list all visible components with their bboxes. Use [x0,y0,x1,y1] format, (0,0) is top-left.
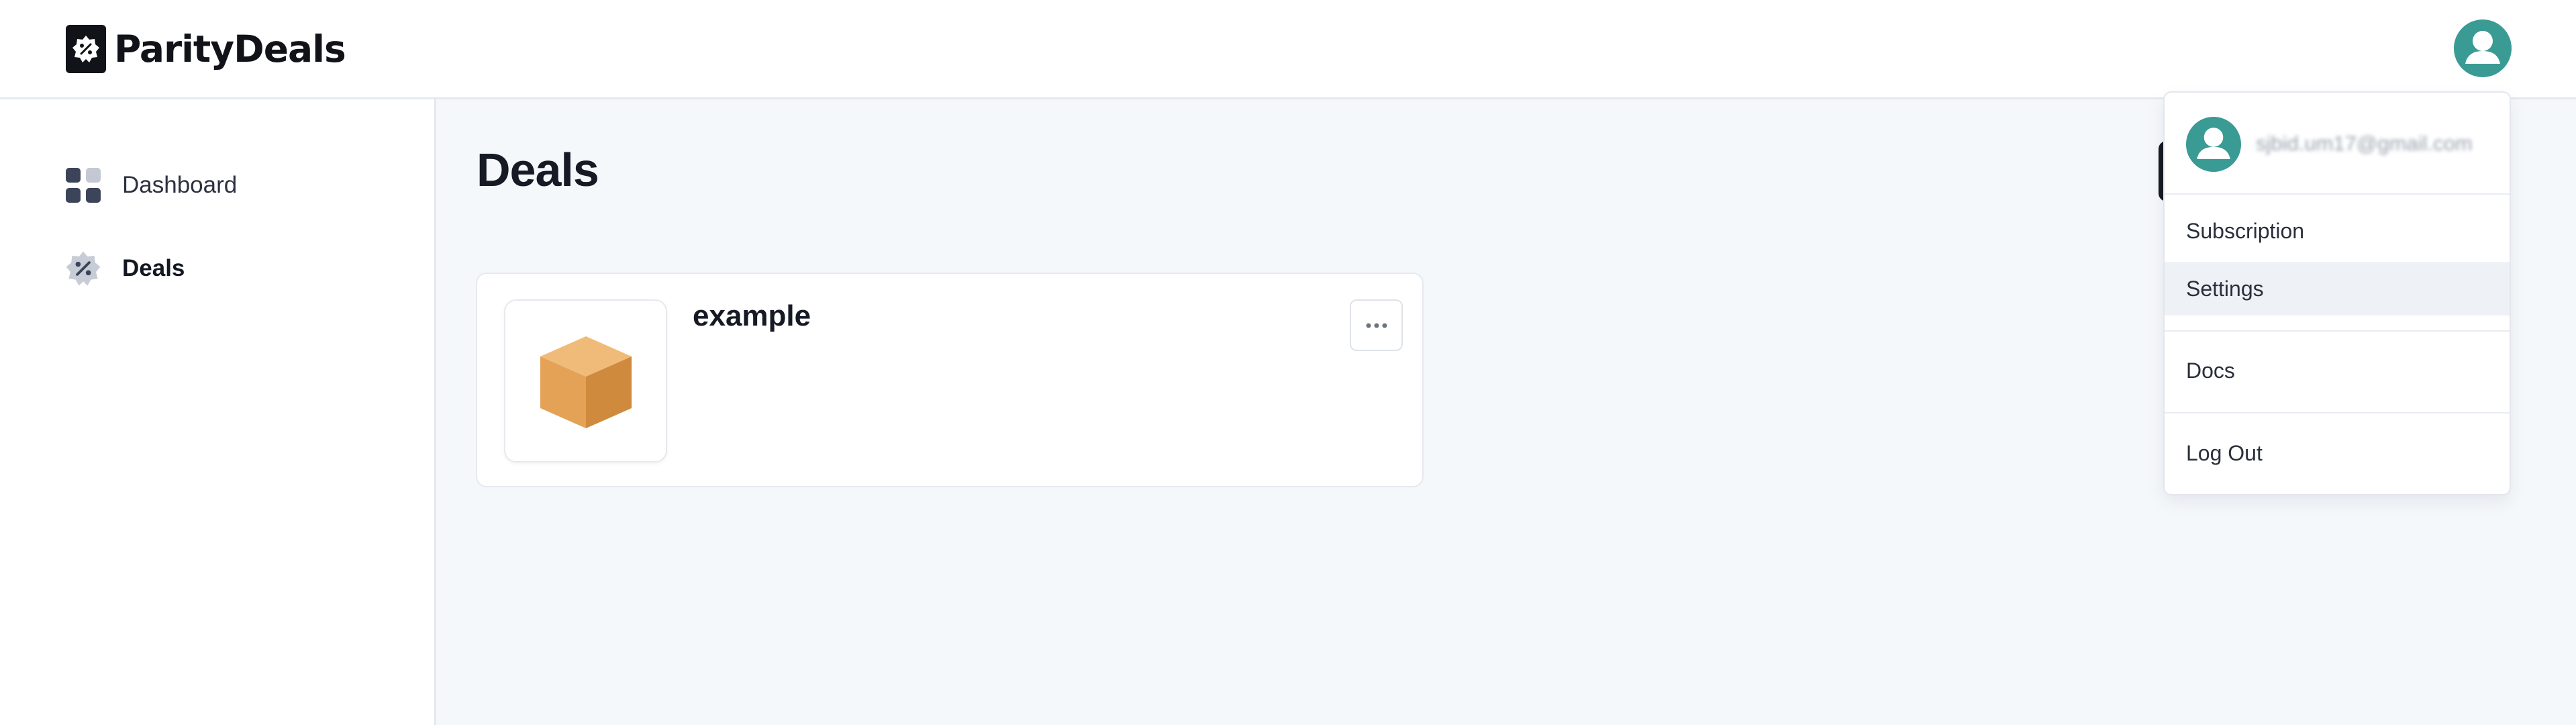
user-email: sjbid.um17@gmail.com [2256,132,2473,155]
deal-name[interactable]: example [693,299,811,333]
menu-divider [2165,412,2510,414]
top-header: ParityDeals [0,0,2576,99]
user-avatar-icon [2454,19,2512,77]
discount-badge-icon [66,251,101,286]
brand-name: ParityDeals [114,28,346,70]
user-avatar-button[interactable] [2454,19,2512,77]
dashboard-grid-icon [66,168,101,203]
menu-item-subscription[interactable]: Subscription [2165,205,2510,256]
menu-item-docs[interactable]: Docs [2165,341,2510,400]
deal-more-options-button[interactable] [1350,299,1403,351]
user-avatar-icon [2186,117,2241,172]
page-title: Deals [477,144,599,196]
package-box-icon [540,336,632,428]
sidebar-item-label: Deals [122,255,185,281]
more-horizontal-icon [1366,323,1387,328]
menu-divider [2165,330,2510,332]
deal-card[interactable]: example [476,273,1424,487]
user-menu-dropdown: sjbid.um17@gmail.com Subscription Settin… [2163,91,2511,495]
sidebar-item-label: Dashboard [122,172,238,198]
user-menu-profile: sjbid.um17@gmail.com [2165,93,2510,195]
menu-item-log-out[interactable]: Log Out [2165,423,2510,483]
sidebar: Dashboard Deals [0,99,436,725]
sidebar-item-deals[interactable]: Deals [64,248,185,289]
deal-thumbnail [504,299,667,463]
brand-logo[interactable]: ParityDeals [66,24,346,74]
parity-logo-icon [66,25,106,73]
sidebar-item-dashboard[interactable]: Dashboard [64,165,237,205]
menu-item-settings[interactable]: Settings [2165,262,2510,316]
